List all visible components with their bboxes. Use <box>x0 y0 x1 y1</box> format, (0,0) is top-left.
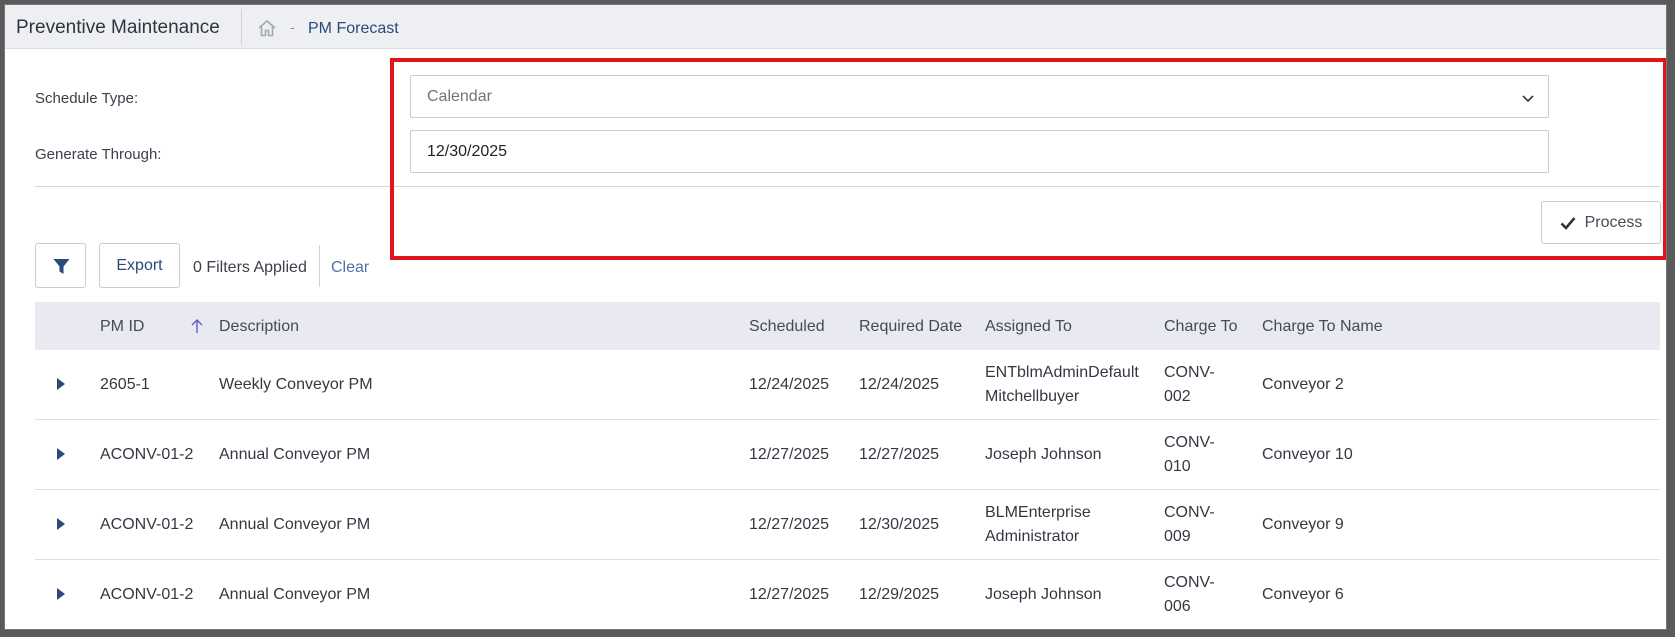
cell-required-date: 12/24/2025 <box>859 376 940 393</box>
caret-right-icon[interactable] <box>56 377 66 391</box>
breadcrumb-separator: - <box>290 19 295 35</box>
process-button[interactable]: Process <box>1541 201 1661 244</box>
cell-scheduled: 12/27/2025 <box>749 586 830 603</box>
caret-right-icon[interactable] <box>56 587 66 601</box>
charge-to-line: 006 <box>1164 598 1191 615</box>
cell-scheduled: 12/27/2025 <box>749 446 830 463</box>
home-icon[interactable] <box>257 19 277 37</box>
charge-to-line: CONV- <box>1164 364 1215 381</box>
app-title: Preventive Maintenance <box>16 17 220 38</box>
cell-charge-to: CONV- 010 <box>1164 431 1215 479</box>
generate-through-input[interactable] <box>410 130 1549 173</box>
column-header-charge-to[interactable]: Charge To <box>1164 318 1238 336</box>
cell-scheduled: 12/24/2025 <box>749 376 830 393</box>
filters-applied-text: 0 Filters Applied <box>193 259 307 276</box>
cell-charge-to-name: Conveyor 6 <box>1262 586 1344 603</box>
assigned-to-line: BLMEnterprise <box>985 504 1091 521</box>
column-header-charge-to-name[interactable]: Charge To Name <box>1262 318 1383 336</box>
assigned-to-line: Joseph Johnson <box>985 446 1102 463</box>
cell-assigned-to: ENTblmAdminDefault Mitchellbuyer <box>985 361 1139 409</box>
assigned-to-line: Mitchellbuyer <box>985 388 1080 405</box>
table-row[interactable]: ACONV-01-2 Annual Conveyor PM 12/27/2025… <box>35 420 1660 490</box>
assigned-to-line: ENTblmAdminDefault <box>985 364 1139 381</box>
charge-to-line: CONV- <box>1164 434 1215 451</box>
charge-to-line: CONV- <box>1164 504 1215 521</box>
cell-charge-to-name: Conveyor 10 <box>1262 446 1353 463</box>
cell-charge-to: CONV- 006 <box>1164 571 1215 619</box>
cell-pm-id: ACONV-01-2 <box>100 446 194 463</box>
cell-description: Annual Conveyor PM <box>219 446 371 463</box>
export-button[interactable]: Export <box>99 243 180 288</box>
cell-required-date: 12/27/2025 <box>859 446 940 463</box>
cell-description: Weekly Conveyor PM <box>219 376 373 393</box>
cell-charge-to-name: Conveyor 2 <box>1262 376 1344 393</box>
cell-assigned-to: Joseph Johnson <box>985 583 1102 607</box>
cell-charge-to: CONV- 002 <box>1164 361 1215 409</box>
funnel-icon <box>53 259 70 274</box>
charge-to-line: 002 <box>1164 388 1191 405</box>
column-header-description[interactable]: Description <box>219 318 299 336</box>
cell-description: Annual Conveyor PM <box>219 516 371 533</box>
schedule-type-value: Calendar <box>427 88 492 105</box>
table-row[interactable]: 2605-1 Weekly Conveyor PM 12/24/2025 12/… <box>35 350 1660 420</box>
cell-charge-to: CONV- 009 <box>1164 501 1215 549</box>
schedule-type-label: Schedule Type: <box>35 90 139 107</box>
cell-pm-id: ACONV-01-2 <box>100 516 194 533</box>
cell-pm-id: 2605-1 <box>100 376 150 393</box>
caret-right-icon[interactable] <box>56 517 66 531</box>
cell-required-date: 12/29/2025 <box>859 586 940 603</box>
table-row[interactable]: ACONV-01-2 Annual Conveyor PM 12/27/2025… <box>35 560 1660 629</box>
cell-required-date: 12/30/2025 <box>859 516 940 533</box>
check-icon <box>1560 216 1576 230</box>
app-window: Preventive Maintenance - PM Forecast Sch… <box>4 4 1667 630</box>
caret-right-icon[interactable] <box>56 447 66 461</box>
chevron-down-icon <box>1522 95 1534 103</box>
top-bar: Preventive Maintenance - PM Forecast <box>5 5 1666 49</box>
filter-button[interactable] <box>35 243 86 288</box>
table-row[interactable]: ACONV-01-2 Annual Conveyor PM 12/27/2025… <box>35 490 1660 560</box>
cell-pm-id: ACONV-01-2 <box>100 586 194 603</box>
process-label: Process <box>1584 213 1643 231</box>
cell-charge-to-name: Conveyor 9 <box>1262 516 1344 533</box>
cell-assigned-to: Joseph Johnson <box>985 443 1102 467</box>
cell-assigned-to: BLMEnterprise Administrator <box>985 501 1091 549</box>
table-header: PM ID Description Scheduled Required Dat… <box>35 302 1660 350</box>
sort-ascending-icon[interactable] <box>190 318 204 334</box>
topbar-divider <box>241 9 242 45</box>
breadcrumb-current[interactable]: PM Forecast <box>308 20 399 38</box>
cell-scheduled: 12/27/2025 <box>749 516 830 533</box>
toolbar-divider <box>319 245 320 287</box>
schedule-type-select[interactable]: Calendar <box>410 75 1549 118</box>
clear-filters-link[interactable]: Clear <box>331 259 369 277</box>
assigned-to-line: Administrator <box>985 528 1080 545</box>
column-header-required-date[interactable]: Required Date <box>859 318 962 336</box>
cell-description: Annual Conveyor PM <box>219 586 371 603</box>
column-header-assigned-to[interactable]: Assigned To <box>985 318 1072 336</box>
form-divider <box>35 186 1660 187</box>
assigned-to-line: Joseph Johnson <box>985 586 1102 603</box>
charge-to-line: CONV- <box>1164 574 1215 591</box>
generate-through-label: Generate Through: <box>35 146 162 163</box>
column-header-scheduled[interactable]: Scheduled <box>749 318 825 336</box>
charge-to-line: 009 <box>1164 528 1191 545</box>
column-header-pm-id[interactable]: PM ID <box>100 318 144 336</box>
charge-to-line: 010 <box>1164 458 1191 475</box>
